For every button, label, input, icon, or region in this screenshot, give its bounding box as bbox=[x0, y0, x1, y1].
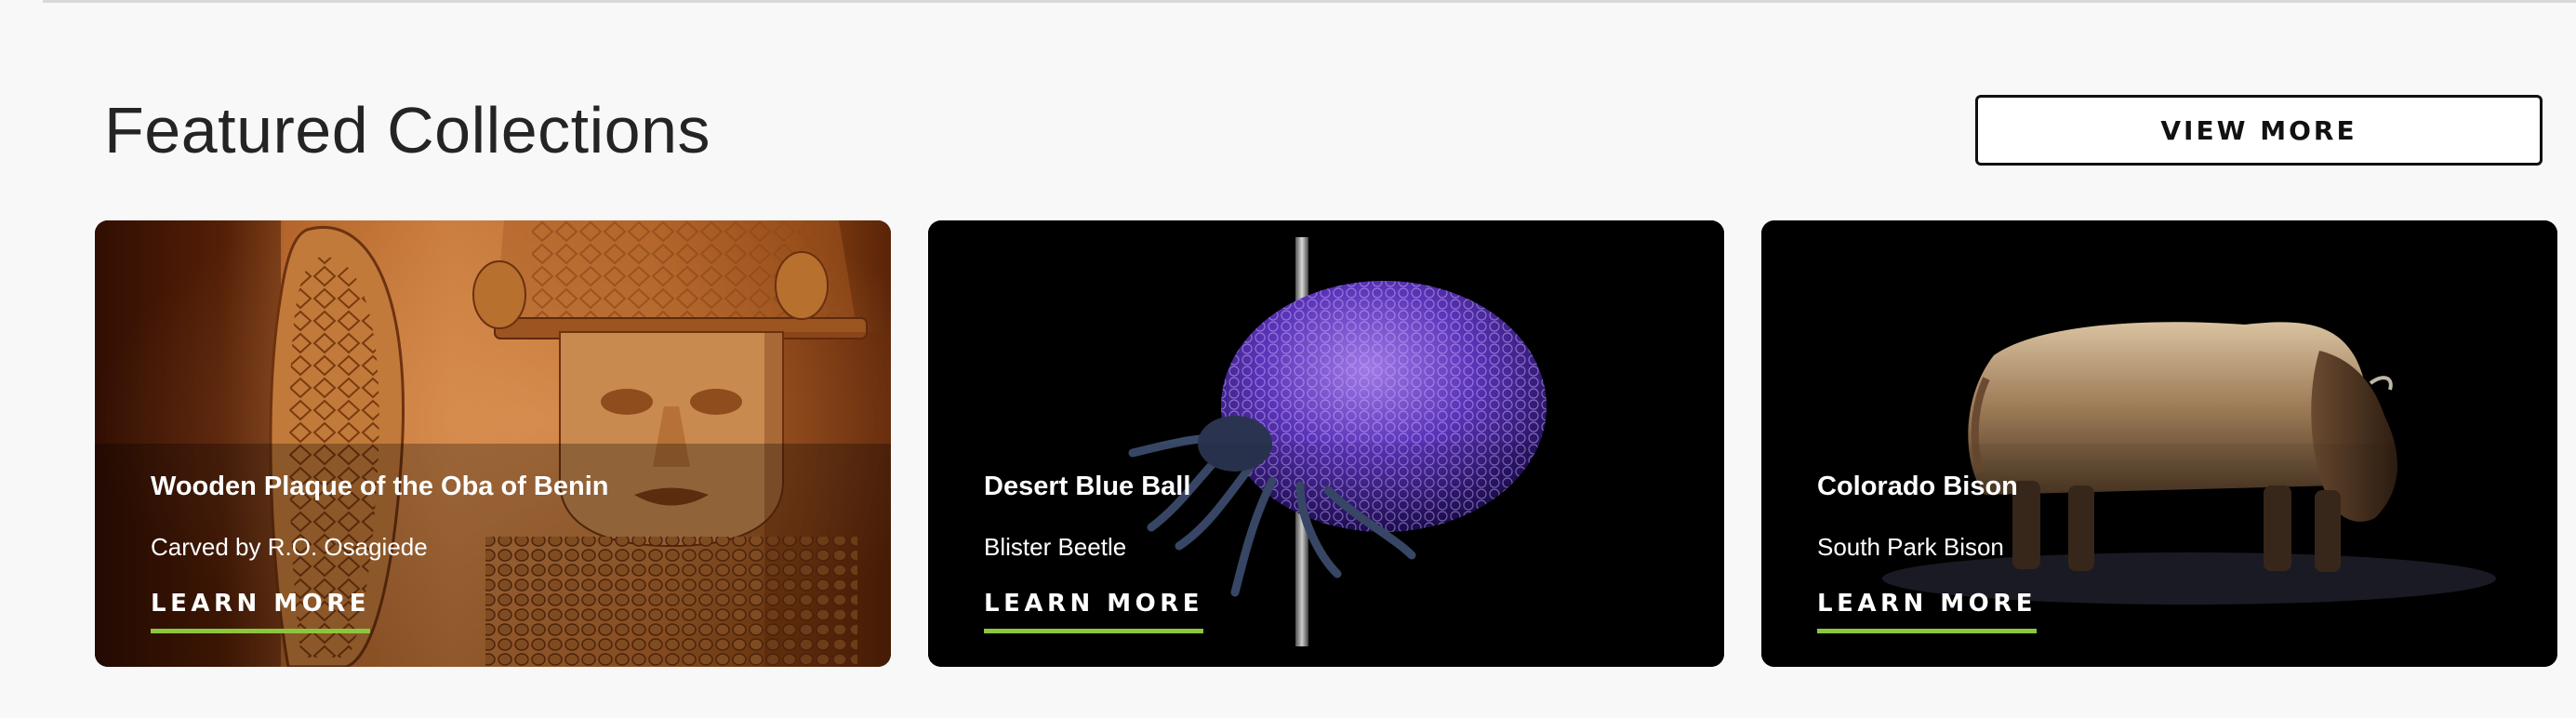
learn-more-link[interactable]: LEARN MORE bbox=[151, 590, 371, 633]
learn-more-link[interactable]: LEARN MORE bbox=[1817, 590, 2038, 633]
view-more-button[interactable]: VIEW MORE bbox=[1975, 95, 2543, 166]
card-title: Colorado Bison bbox=[1817, 472, 2018, 501]
collection-card-desert-blue-ball[interactable]: Desert Blue Ball Blister Beetle LEARN MO… bbox=[928, 220, 1724, 667]
card-title: Wooden Plaque of the Oba of Benin bbox=[151, 472, 609, 501]
collection-card-wooden-plaque[interactable]: Wooden Plaque of the Oba of Benin Carved… bbox=[95, 220, 891, 667]
card-subtitle: Carved by R.O. Osagiede bbox=[151, 533, 428, 561]
card-subtitle: Blister Beetle bbox=[984, 533, 1127, 561]
section-title: Featured Collections bbox=[104, 94, 710, 166]
card-subtitle: South Park Bison bbox=[1817, 533, 2004, 561]
learn-more-link[interactable]: LEARN MORE bbox=[984, 590, 1204, 633]
collection-card-colorado-bison[interactable]: Colorado Bison South Park Bison LEARN MO… bbox=[1761, 220, 2557, 667]
card-title: Desert Blue Ball bbox=[984, 472, 1191, 501]
top-divider bbox=[43, 0, 2576, 3]
